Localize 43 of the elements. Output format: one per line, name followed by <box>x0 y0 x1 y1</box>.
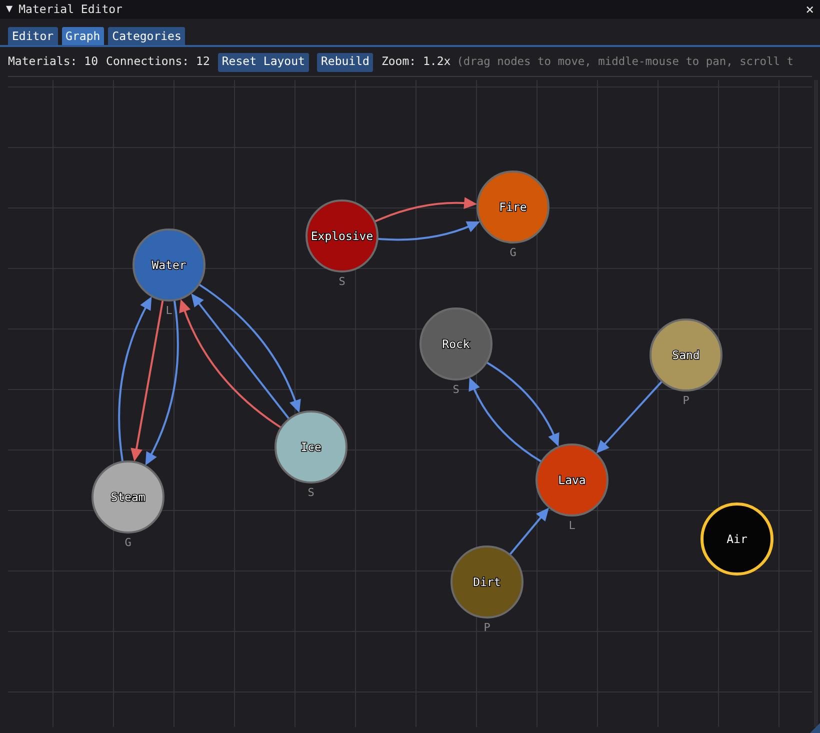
graph-canvas[interactable]: Fire Explosive G Water S L Rock Sand S P Ice Lava Steam S L G Air Dirt P <box>8 80 812 727</box>
node-label: Water <box>152 258 186 272</box>
materials-count: Materials: 10 <box>8 53 98 70</box>
material-node[interactable] <box>306 200 378 272</box>
node-label: Air <box>726 532 748 546</box>
tab[interactable]: Graph <box>62 27 104 45</box>
node-label: Steam <box>110 490 146 504</box>
window-title: Material Editor <box>18 0 122 18</box>
node-label: Ice <box>300 440 322 454</box>
node-label: Dirt <box>473 575 501 589</box>
phase-label: S <box>308 486 314 499</box>
tab[interactable]: Editor <box>8 27 58 45</box>
phase-label: S <box>452 383 460 396</box>
material-node[interactable] <box>700 502 774 576</box>
phase-label: G <box>510 246 516 259</box>
tab[interactable]: Categories <box>108 27 186 45</box>
phase-label: L <box>166 304 172 317</box>
material-node[interactable] <box>274 410 348 484</box>
toolbar-button[interactable]: Rebuild <box>316 52 374 72</box>
phase-label: P <box>682 394 690 407</box>
material-node[interactable] <box>92 460 164 534</box>
material-node[interactable] <box>476 170 550 244</box>
phase-label: P <box>484 621 490 634</box>
material-node[interactable] <box>536 444 608 516</box>
material-node[interactable] <box>450 546 524 618</box>
hint-text: (drag nodes to move, middle-mouse to pan, scroll t <box>456 54 794 70</box>
connections-count: Connections: 12 <box>106 53 210 70</box>
phase-label: G <box>124 536 132 549</box>
toolbar-button[interactable]: Reset Layout <box>218 52 309 72</box>
material-node[interactable] <box>650 318 722 392</box>
node-label: Fire <box>499 200 527 214</box>
phase-label: S <box>338 275 346 288</box>
close-button[interactable]: × <box>806 2 814 16</box>
node-label: Explosive <box>310 229 374 243</box>
zoom-label: Zoom: 1.2x <box>381 53 451 70</box>
node-label: Rock <box>442 337 470 351</box>
phase-label: L <box>568 519 576 532</box>
material-node[interactable] <box>420 308 492 380</box>
resize-grip-icon[interactable] <box>810 723 820 733</box>
node-label: Lava <box>558 473 586 487</box>
collapse-toggle[interactable]: ▼ <box>6 1 13 18</box>
node-label: Sand <box>672 348 700 362</box>
material-node[interactable] <box>132 228 206 302</box>
